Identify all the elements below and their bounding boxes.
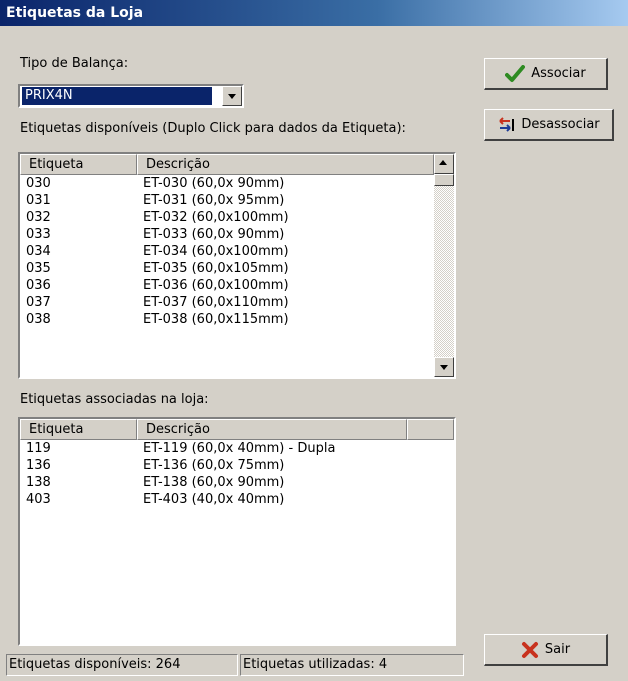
available-list-header: Etiqueta Descrição bbox=[20, 154, 454, 176]
cell-descricao: ET-038 (60,0x115mm) bbox=[143, 312, 289, 327]
exit-button[interactable]: Sair bbox=[484, 634, 608, 666]
scale-type-label: Tipo de Balança: bbox=[20, 56, 129, 71]
cell-descricao: ET-119 (60,0x 40mm) - Dupla bbox=[143, 441, 336, 456]
cell-etiqueta: 036 bbox=[26, 278, 51, 293]
scale-type-dropdown-button[interactable] bbox=[222, 86, 242, 106]
window-title: Etiquetas da Loja bbox=[6, 5, 144, 21]
scroll-up-button[interactable] bbox=[434, 154, 454, 174]
cell-descricao: ET-037 (60,0x110mm) bbox=[143, 295, 289, 310]
cell-etiqueta: 136 bbox=[26, 458, 51, 473]
column-header-etiqueta[interactable]: Etiqueta bbox=[20, 419, 137, 440]
associated-labels-list[interactable]: Etiqueta Descrição 119 ET-119 (60,0x 40mm… bbox=[18, 417, 456, 646]
associate-button[interactable]: Associar bbox=[484, 58, 608, 90]
cell-etiqueta: 030 bbox=[26, 176, 51, 191]
available-labels-list[interactable]: Etiqueta Descrição 030 ET-030 (60,0x 90mm… bbox=[18, 152, 456, 379]
cell-descricao: ET-032 (60,0x100mm) bbox=[143, 210, 289, 225]
cell-descricao: ET-136 (60,0x 75mm) bbox=[143, 458, 285, 473]
disassociate-button-label: Desassociar bbox=[521, 117, 600, 132]
cell-etiqueta: 034 bbox=[26, 244, 51, 259]
available-list-scrollbar[interactable] bbox=[434, 154, 454, 377]
exit-button-label: Sair bbox=[544, 642, 571, 657]
cell-descricao: ET-403 (40,0x 40mm) bbox=[143, 492, 285, 507]
cell-descricao: ET-030 (60,0x 90mm) bbox=[143, 176, 285, 191]
associated-labels-caption: Etiquetas associadas na loja: bbox=[20, 392, 209, 407]
cell-descricao: ET-034 (60,0x100mm) bbox=[143, 244, 289, 259]
cell-etiqueta: 038 bbox=[26, 312, 51, 327]
cell-descricao: ET-036 (60,0x100mm) bbox=[143, 278, 289, 293]
cell-descricao: ET-035 (60,0x105mm) bbox=[143, 261, 289, 276]
scroll-thumb[interactable] bbox=[434, 174, 454, 186]
check-icon bbox=[505, 64, 526, 82]
swap-arrows-icon bbox=[499, 116, 515, 132]
cell-etiqueta: 403 bbox=[26, 492, 51, 507]
chevron-up-icon bbox=[439, 160, 447, 165]
associate-button-label: Associar bbox=[531, 66, 586, 81]
disassociate-button[interactable]: Desassociar bbox=[484, 109, 614, 141]
window-title-bar: Etiquetas da Loja bbox=[0, 0, 628, 26]
cell-descricao: ET-033 (60,0x 90mm) bbox=[143, 227, 285, 242]
associated-list-header: Etiqueta Descrição bbox=[20, 419, 454, 441]
cell-etiqueta: 031 bbox=[26, 193, 51, 208]
cell-etiqueta: 035 bbox=[26, 261, 51, 276]
cell-descricao: ET-031 (60,0x 95mm) bbox=[143, 193, 285, 208]
status-used: Etiquetas utilizadas: 4 bbox=[240, 654, 464, 676]
x-icon bbox=[521, 641, 538, 658]
available-labels-caption: Etiquetas disponíveis (Duplo Click para … bbox=[20, 121, 406, 136]
chevron-down-icon bbox=[228, 94, 236, 99]
column-header-descricao[interactable]: Descrição bbox=[137, 154, 434, 175]
scale-type-value: PRIX4N bbox=[22, 87, 212, 105]
column-header-extra[interactable] bbox=[407, 419, 454, 440]
cell-etiqueta: 033 bbox=[26, 227, 51, 242]
cell-etiqueta: 119 bbox=[26, 441, 51, 456]
scroll-down-button[interactable] bbox=[434, 357, 454, 377]
cell-etiqueta: 032 bbox=[26, 210, 51, 225]
column-header-etiqueta[interactable]: Etiqueta bbox=[20, 154, 137, 175]
status-available: Etiquetas disponíveis: 264 bbox=[6, 654, 238, 676]
chevron-down-icon bbox=[440, 365, 448, 370]
cell-etiqueta: 138 bbox=[26, 475, 51, 490]
cell-descricao: ET-138 (60,0x 90mm) bbox=[143, 475, 285, 490]
cell-etiqueta: 037 bbox=[26, 295, 51, 310]
scale-type-select[interactable]: PRIX4N bbox=[18, 84, 244, 108]
column-header-descricao[interactable]: Descrição bbox=[137, 419, 407, 440]
